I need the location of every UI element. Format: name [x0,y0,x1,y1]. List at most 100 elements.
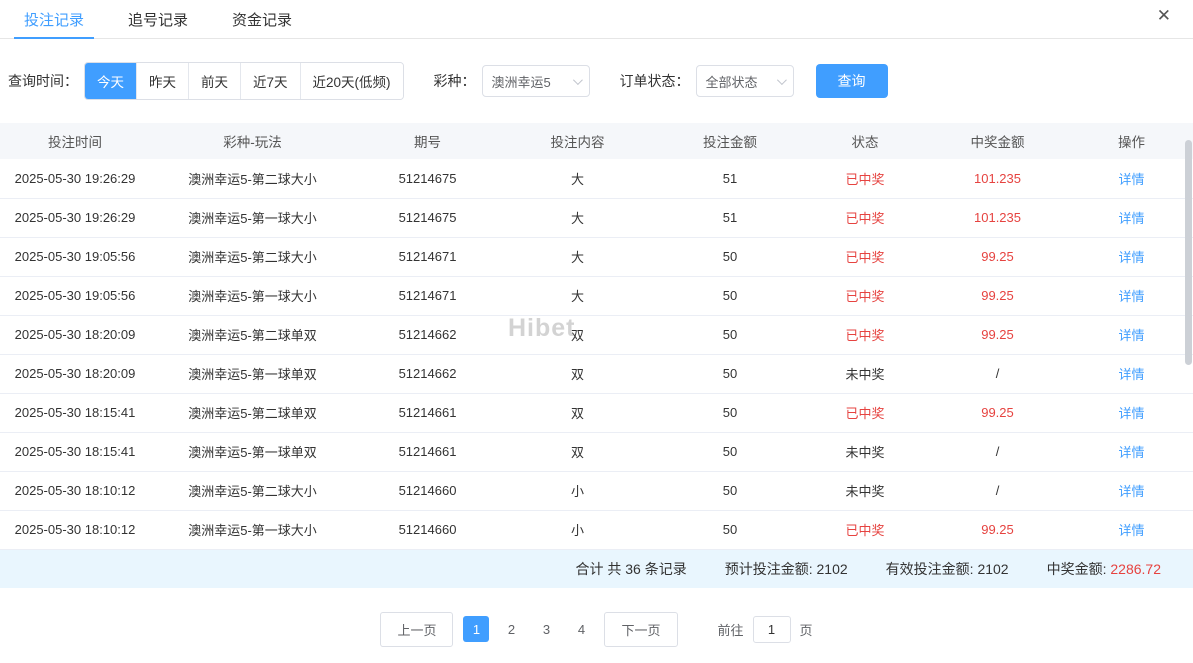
time-filter-option[interactable]: 前天 [188,63,240,99]
bet-time-cell: 2025-05-30 18:15:41 [0,432,150,471]
play-type-cell: 澳洲幸运5-第一球单双 [150,432,355,471]
status-cell: 未中奖 [805,471,925,510]
prize-amount-cell: 101.235 [925,198,1070,237]
goto-page-input[interactable] [753,616,791,643]
tabs-container: 投注记录追号记录资金记录 [10,0,322,38]
bet-time-cell: 2025-05-30 18:10:12 [0,471,150,510]
bet-content-cell: 双 [500,393,655,432]
chevron-down-icon [776,75,786,85]
bet-content-cell: 小 [500,471,655,510]
bet-content-cell: 双 [500,432,655,471]
next-page-button[interactable]: 下一页 [604,612,677,647]
bet-amount-cell: 50 [655,510,805,549]
action-cell: 详情 [1070,159,1193,198]
detail-link[interactable]: 详情 [1118,289,1144,304]
table-row: 2025-05-30 18:20:09澳洲幸运5-第一球单双51214662双5… [0,354,1193,393]
tab-fund-records[interactable]: 资金记录 [218,0,306,38]
issue-number-cell: 51214660 [355,471,500,510]
time-filter-option[interactable]: 今天 [85,63,136,99]
filter-bar: 查询时间： 今天昨天前天近7天近20天(低频) 彩种： 澳洲幸运5 订单状态： … [0,39,1193,123]
table-row: 2025-05-30 18:15:41澳洲幸运5-第二球单双51214661双5… [0,393,1193,432]
action-cell: 详情 [1070,237,1193,276]
detail-link[interactable]: 详情 [1118,328,1144,343]
time-filter-option[interactable]: 近20天(低频) [300,63,403,99]
column-header: 操作 [1070,123,1193,159]
page-number[interactable]: 4 [568,616,594,642]
order-status-value: 全部状态 [706,72,758,91]
detail-link[interactable]: 详情 [1118,523,1144,538]
prev-page-button[interactable]: 上一页 [380,612,453,647]
play-type-cell: 澳洲幸运5-第二球单双 [150,315,355,354]
bet-time-cell: 2025-05-30 18:10:12 [0,510,150,549]
table-row: 2025-05-30 19:05:56澳洲幸运5-第二球大小51214671大5… [0,237,1193,276]
bet-time-cell: 2025-05-30 19:05:56 [0,276,150,315]
close-icon[interactable]: ✕ [1157,7,1171,24]
status-cell: 未中奖 [805,354,925,393]
scrollbar-thumb[interactable] [1185,140,1192,365]
page-number[interactable]: 2 [498,616,524,642]
page-number[interactable]: 1 [463,616,489,642]
tab-chase-records[interactable]: 追号记录 [114,0,202,38]
bet-amount-cell: 50 [655,354,805,393]
page-number[interactable]: 3 [533,616,559,642]
time-filter-option[interactable]: 近7天 [240,63,300,99]
detail-link[interactable]: 详情 [1118,367,1144,382]
status-cell: 已中奖 [805,315,925,354]
prize-amount-cell: 99.25 [925,393,1070,432]
table-row: 2025-05-30 19:05:56澳洲幸运5-第一球大小51214671大5… [0,276,1193,315]
bet-amount-cell: 50 [655,276,805,315]
bet-content-cell: 小 [500,510,655,549]
play-type-cell: 澳洲幸运5-第二球大小 [150,237,355,276]
valid-bet-amount: 有效投注金额: 2102 [886,559,1009,579]
detail-link[interactable]: 详情 [1118,172,1144,187]
bet-time-cell: 2025-05-30 19:26:29 [0,159,150,198]
prize-amount-cell: / [925,354,1070,393]
bet-amount-cell: 50 [655,237,805,276]
play-type-cell: 澳洲幸运5-第一球单双 [150,354,355,393]
prize-amount-cell: 99.25 [925,510,1070,549]
table-row: 2025-05-30 18:15:41澳洲幸运5-第一球单双51214661双5… [0,432,1193,471]
table-row: 2025-05-30 18:10:12澳洲幸运5-第二球大小51214660小5… [0,471,1193,510]
time-filter-option[interactable]: 昨天 [136,63,188,99]
action-cell: 详情 [1070,276,1193,315]
action-cell: 详情 [1070,198,1193,237]
prize-amount-cell: 99.25 [925,315,1070,354]
summary-bar: 合计 共 36 条记录 预计投注金额: 2102 有效投注金额: 2102 中奖… [0,550,1193,588]
issue-number-cell: 51214675 [355,159,500,198]
total-records-text: 合计 共 36 条记录 [575,559,686,579]
play-type-cell: 澳洲幸运5-第二球大小 [150,471,355,510]
records-table-body: 2025-05-30 19:26:29澳洲幸运5-第二球大小51214675大5… [0,159,1193,549]
detail-link[interactable]: 详情 [1118,484,1144,499]
bet-time-cell: 2025-05-30 18:20:09 [0,315,150,354]
detail-link[interactable]: 详情 [1118,211,1144,226]
chevron-down-icon [572,75,582,85]
page-numbers: 1234 [463,616,594,642]
play-type-cell: 澳洲幸运5-第一球大小 [150,276,355,315]
order-status-select[interactable]: 全部状态 [696,65,794,97]
detail-link[interactable]: 详情 [1118,406,1144,421]
bet-amount-cell: 50 [655,471,805,510]
prize-amount-cell: 99.25 [925,237,1070,276]
prize-amount-cell: / [925,471,1070,510]
action-cell: 详情 [1070,510,1193,549]
lottery-select[interactable]: 澳洲幸运5 [482,65,590,97]
bet-content-cell: 大 [500,276,655,315]
tab-bet-records[interactable]: 投注记录 [10,0,98,38]
search-button[interactable]: 查询 [816,64,888,98]
prize-amount-label: 中奖金额: [1047,561,1107,577]
play-type-cell: 澳洲幸运5-第一球大小 [150,198,355,237]
detail-link[interactable]: 详情 [1118,445,1144,460]
play-type-cell: 澳洲幸运5-第二球单双 [150,393,355,432]
bet-time-cell: 2025-05-30 18:15:41 [0,393,150,432]
action-cell: 详情 [1070,393,1193,432]
status-cell: 已中奖 [805,393,925,432]
status-cell: 未中奖 [805,432,925,471]
column-header: 投注时间 [0,123,150,159]
detail-link[interactable]: 详情 [1118,250,1144,265]
scrollbar[interactable] [1185,140,1192,560]
status-cell: 已中奖 [805,276,925,315]
bet-amount-cell: 50 [655,393,805,432]
time-filter-label: 查询时间： [8,71,78,91]
records-table-head-row: 投注时间彩种-玩法期号投注内容投注金额状态中奖金额操作 [0,123,1193,159]
action-cell: 详情 [1070,471,1193,510]
